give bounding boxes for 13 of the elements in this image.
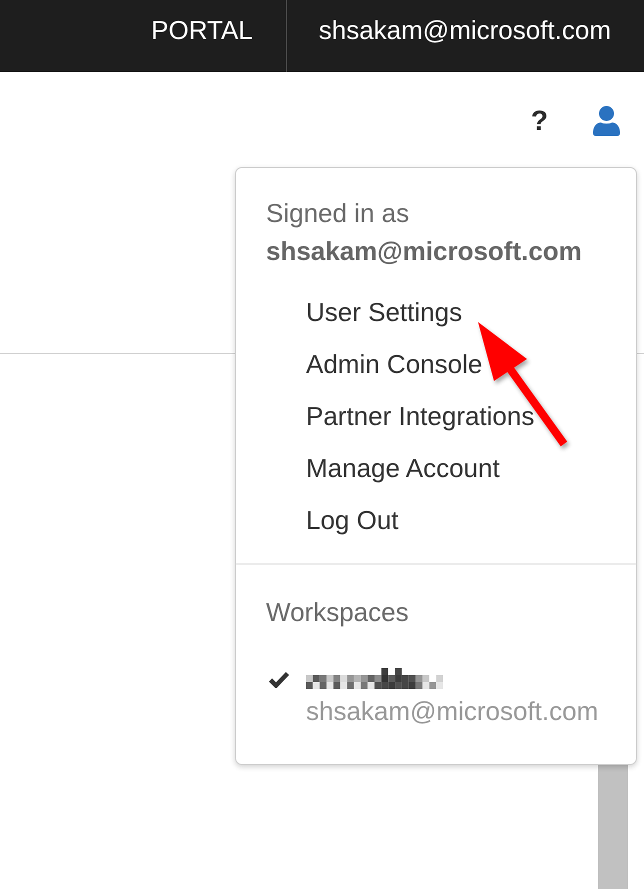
menu-item[interactable]: Admin Console xyxy=(306,338,482,390)
scrollbar-thumb[interactable] xyxy=(598,765,628,889)
top-nav-link[interactable]: PORTAL xyxy=(118,0,286,72)
signed-in-label: Signed in as xyxy=(266,197,410,230)
menu-item[interactable]: User Settings xyxy=(306,286,462,338)
menu-item[interactable]: Manage Account xyxy=(306,442,500,494)
signed-in-email: shsakam@microsoft.com xyxy=(266,235,582,268)
menu-item[interactable]: Partner Integrations xyxy=(306,390,534,442)
top-nav-link[interactable]: shsakam@microsoft.com xyxy=(286,0,644,72)
user-icon[interactable] xyxy=(593,106,620,136)
workspaces-heading: Workspaces xyxy=(266,596,409,629)
menu-item[interactable]: Log Out xyxy=(306,494,399,546)
help-button[interactable]: ? xyxy=(530,106,548,136)
